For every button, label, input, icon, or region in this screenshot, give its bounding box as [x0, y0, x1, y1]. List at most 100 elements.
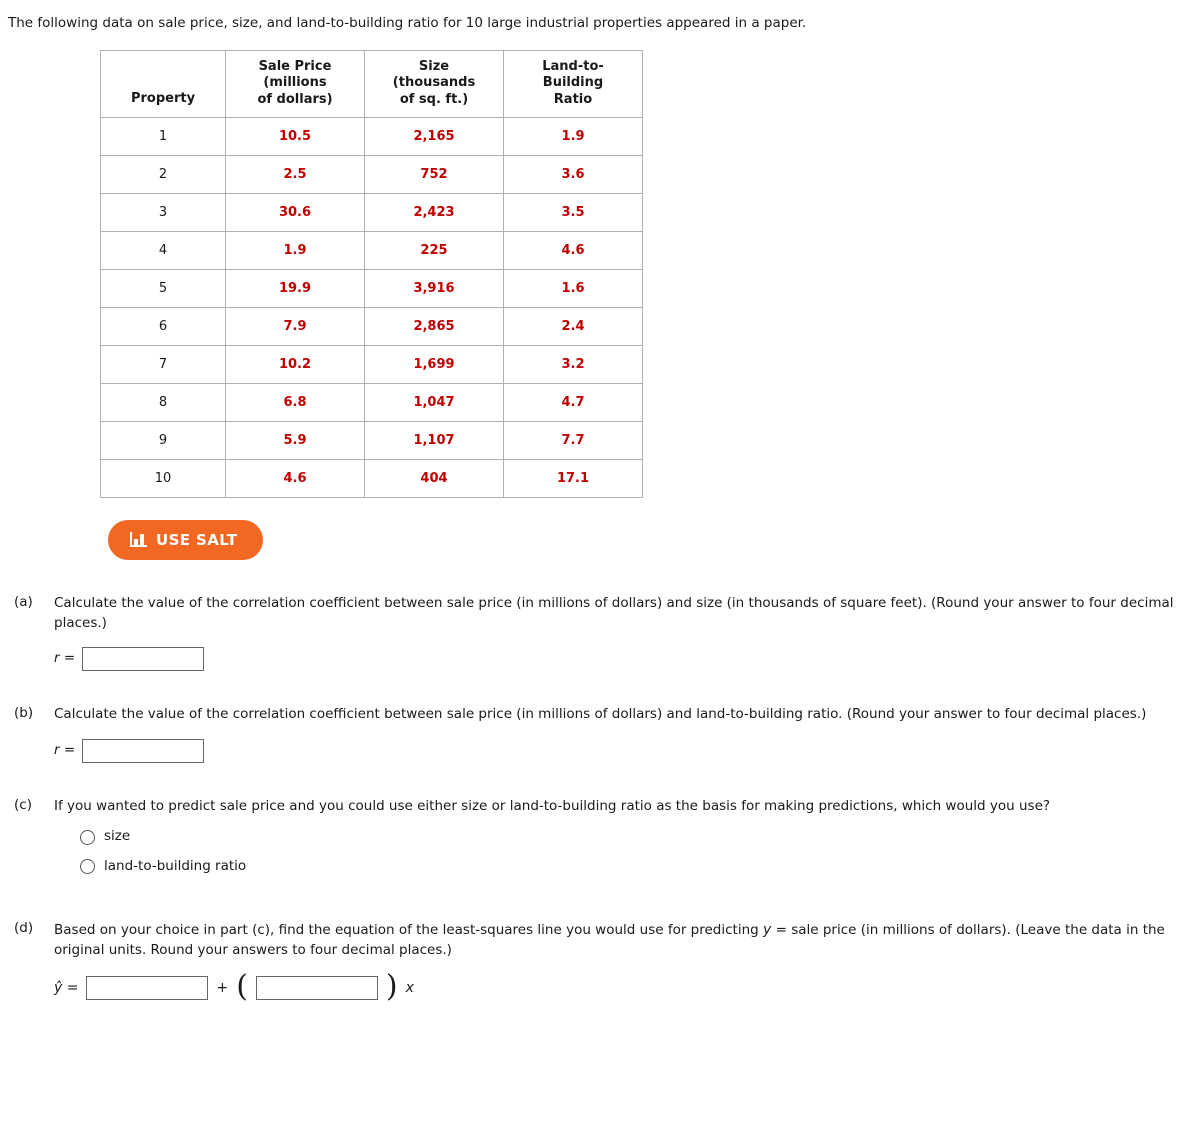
- cell-ratio: 2.4: [503, 306, 643, 346]
- question-d-equation-lhs: ŷ =: [54, 980, 79, 997]
- question-a: (a) Calculate the value of the correlati…: [0, 593, 1200, 672]
- use-salt-label: USE SALT: [156, 530, 238, 549]
- cell-ratio: 1.6: [503, 268, 643, 308]
- header-property: Property: [100, 50, 226, 118]
- question-b-answer-label: r =: [54, 741, 76, 758]
- header-size-line3: of sq. ft.): [399, 91, 469, 107]
- header-ratio-line2: Building: [542, 75, 604, 91]
- cell-ratio: 3.5: [503, 192, 643, 232]
- option-size-label: size: [104, 828, 131, 845]
- cell-sale-price: 10.5: [225, 116, 365, 156]
- question-b-text: Calculate the value of the correlation c…: [54, 706, 1147, 723]
- question-d: (d) Based on your choice in part (c), fi…: [0, 920, 1200, 1005]
- question-d-variable-x: x: [405, 980, 414, 997]
- question-a-answer-label: r =: [54, 650, 76, 667]
- table-row: 6 7.9 2,865 2.4: [100, 306, 643, 346]
- cell-sale-price: 5.9: [225, 420, 365, 460]
- slope-input[interactable]: [255, 976, 378, 1001]
- option-size[interactable]: size: [80, 827, 1182, 847]
- table-row: 9 5.9 1,107 7.7: [100, 420, 643, 460]
- cell-size: 2,865: [364, 306, 504, 346]
- use-salt-button[interactable]: USE SALT: [108, 519, 264, 560]
- question-b-body: Calculate the value of the correlation c…: [54, 705, 1182, 763]
- cell-property: 8: [100, 382, 226, 422]
- question-d-equation-line: ŷ = + ( ) x: [54, 969, 1182, 1005]
- cell-sale-price: 30.6: [225, 192, 365, 232]
- header-sale-price-line3: of dollars): [257, 91, 333, 107]
- table-body: 1 10.5 2,165 1.9 2 2.5 752 3.6 3 30.6 2,…: [100, 116, 643, 498]
- radio-size[interactable]: [80, 829, 95, 845]
- table-row: 2 2.5 752 3.6: [100, 154, 643, 194]
- cell-sale-price: 19.9: [225, 268, 365, 308]
- cell-size: 2,165: [364, 116, 504, 156]
- right-paren: ): [385, 969, 398, 1005]
- question-c-label: (c): [14, 796, 32, 813]
- cell-sale-price: 10.2: [225, 344, 365, 384]
- question-b-label: (b): [14, 705, 34, 722]
- cell-property: 4: [100, 230, 226, 270]
- header-size-line1: Size: [418, 59, 450, 75]
- cell-property: 3: [100, 192, 226, 232]
- cell-size: 1,699: [364, 344, 504, 384]
- header-land-to-building-ratio: Land-to- Building Ratio: [503, 50, 643, 118]
- question-a-body: Calculate the value of the correlation c…: [54, 594, 1182, 672]
- cell-property: 7: [100, 344, 226, 384]
- property-data-table: Property Sale Price (millions of dollars…: [100, 50, 643, 498]
- cell-sale-price: 1.9: [225, 230, 365, 270]
- question-b: (b) Calculate the value of the correlati…: [0, 705, 1200, 763]
- cell-sale-price: 6.8: [225, 382, 365, 422]
- question-c-text: If you wanted to predict sale price and …: [54, 797, 1051, 814]
- header-size: Size (thousands of sq. ft.): [364, 50, 504, 118]
- header-ratio-line3: Ratio: [553, 91, 593, 107]
- question-b-answer-line: r =: [54, 738, 1182, 763]
- cell-ratio: 3.2: [503, 344, 643, 384]
- table-row: 3 30.6 2,423 3.5: [100, 192, 643, 232]
- cell-property: 1: [100, 116, 226, 156]
- question-d-body: Based on your choice in part (c), find t…: [54, 920, 1182, 1005]
- question-a-answer-input[interactable]: [82, 647, 205, 672]
- worksheet-page: The following data on sale price, size, …: [0, 0, 1200, 1005]
- header-size-line2: (thousands: [392, 75, 476, 91]
- question-a-label: (a): [14, 593, 33, 610]
- cell-sale-price: 7.9: [225, 306, 365, 346]
- salt-button-row: USE SALT: [108, 519, 1200, 560]
- cell-size: 3,916: [364, 268, 504, 308]
- cell-sale-price: 2.5: [225, 154, 365, 194]
- cell-ratio: 7.7: [503, 420, 643, 460]
- option-land-to-building-ratio[interactable]: land-to-building ratio: [80, 857, 1182, 877]
- header-sale-price-line1: Sale Price: [258, 59, 332, 75]
- table-row: 10 4.6 404 17.1: [100, 458, 643, 498]
- cell-size: 1,107: [364, 420, 504, 460]
- radio-land-to-building-ratio[interactable]: [80, 859, 95, 875]
- intercept-input[interactable]: [86, 976, 209, 1001]
- header-sale-price-line2: (millions: [263, 75, 327, 91]
- question-a-text: Calculate the value of the correlation c…: [54, 594, 1174, 631]
- data-table-container: Property Sale Price (millions of dollars…: [100, 50, 1200, 498]
- plus-sign: +: [216, 980, 229, 997]
- cell-size: 1,047: [364, 382, 504, 422]
- question-c: (c) If you wanted to predict sale price …: [0, 797, 1200, 887]
- intro-text: The following data on sale price, size, …: [8, 15, 807, 31]
- bar-chart-icon: [130, 532, 147, 548]
- cell-size: 2,423: [364, 192, 504, 232]
- cell-sale-price: 4.6: [225, 458, 365, 498]
- cell-ratio: 1.9: [503, 116, 643, 156]
- option-ratio-label: land-to-building ratio: [104, 857, 247, 874]
- table-header: Property Sale Price (millions of dollars…: [100, 50, 643, 118]
- cell-property: 2: [100, 154, 226, 194]
- left-paren: (: [236, 969, 248, 1005]
- table-row: 5 19.9 3,916 1.6: [100, 268, 643, 308]
- question-d-label: (d): [14, 920, 34, 937]
- cell-ratio: 4.6: [503, 230, 643, 270]
- table-header-row: Property Sale Price (millions of dollars…: [100, 50, 643, 118]
- header-sale-price: Sale Price (millions of dollars): [225, 50, 365, 118]
- question-b-answer-input[interactable]: [82, 738, 205, 763]
- table-row: 4 1.9 225 4.6: [100, 230, 643, 270]
- cell-size: 404: [364, 458, 504, 498]
- cell-property: 10: [100, 458, 226, 498]
- cell-size: 225: [364, 230, 504, 270]
- cell-size: 752: [364, 154, 504, 194]
- question-d-text-part1: Based on your choice in part (c), find t…: [54, 922, 764, 939]
- cell-ratio: 4.7: [503, 382, 643, 422]
- table-row: 7 10.2 1,699 3.2: [100, 344, 643, 384]
